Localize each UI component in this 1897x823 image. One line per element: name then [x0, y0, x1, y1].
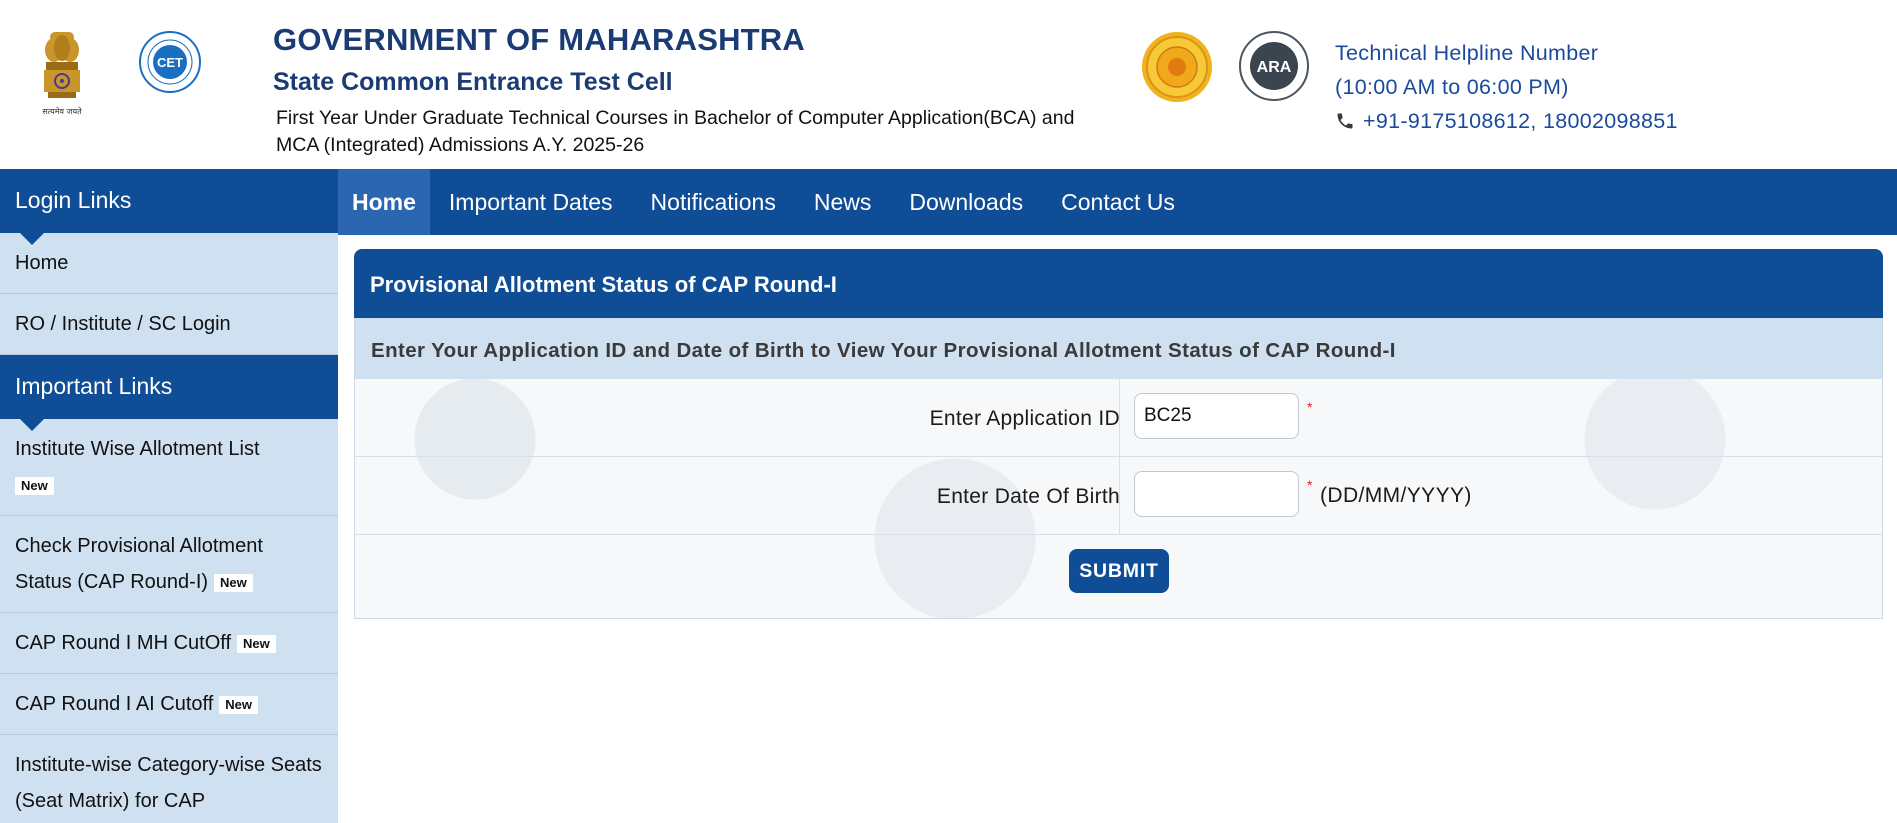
nav-notifications[interactable]: Notifications: [632, 169, 795, 235]
submit-button[interactable]: SUBMIT: [1069, 549, 1169, 593]
helpline-hours: (10:00 AM to 06:00 PM): [1335, 75, 1569, 99]
column-divider: [1119, 379, 1120, 456]
cet-logo-icon: CET: [139, 31, 201, 93]
sidebar-item-ro-institute-sc-login[interactable]: RO / Institute / SC Login: [0, 294, 338, 355]
required-marker: *: [1307, 477, 1313, 493]
panel-title: Provisional Allotment Status of CAP Roun…: [354, 249, 1883, 318]
form-instruction: Enter Your Application ID and Date of Bi…: [355, 319, 1882, 379]
admission-description: First Year Under Graduate Technical Cour…: [276, 107, 1075, 156]
helpline-numbers: +91-9175108612, 18002098851: [1363, 109, 1678, 133]
helpline-info: Technical Helpline Number (10:00 AM to 0…: [1335, 36, 1678, 138]
main-nav: Home Important Dates Notifications News …: [338, 169, 1897, 235]
helpline-label: Technical Helpline Number: [1335, 41, 1599, 65]
nav-contact-us[interactable]: Contact Us: [1042, 169, 1194, 235]
date-format-hint: (DD/MM/YYYY): [1320, 484, 1472, 507]
emblem-caption: सत्यमेव जयते: [42, 106, 82, 116]
application-id-label: Enter Application ID: [929, 407, 1120, 430]
nav-home[interactable]: Home: [338, 169, 430, 235]
sidebar-item-seat-matrix[interactable]: Institute-wise Category-wise Seats (Seat…: [0, 735, 338, 823]
sidebar-item-ai-cutoff[interactable]: CAP Round I AI Cutoff New: [0, 674, 338, 735]
maharashtra-seal-icon: [1142, 32, 1212, 102]
new-badge: New: [15, 476, 54, 495]
ara-logo-icon: ARA: [1239, 31, 1309, 101]
phone-icon: [1337, 113, 1353, 129]
sidebar: Login Links Home RO / Institute / SC Log…: [0, 169, 338, 823]
sidebar-item-label: Institute-wise Category-wise Seats (Seat…: [15, 754, 322, 812]
column-divider: [1119, 457, 1120, 534]
cet-logo-text: CET: [157, 55, 183, 70]
date-of-birth-input[interactable]: [1134, 471, 1299, 517]
nav-downloads[interactable]: Downloads: [890, 169, 1042, 235]
new-badge: New: [219, 695, 259, 714]
sidebar-item-label: Home: [15, 252, 69, 274]
site-header: सत्यमेव जयते CET GOVERNMENT OF MAHARASHT…: [0, 0, 1897, 169]
form-row-application-id: Enter Application ID *: [355, 379, 1882, 457]
nav-news[interactable]: News: [795, 169, 891, 235]
application-id-input[interactable]: [1134, 393, 1299, 439]
ara-logo-text: ARA: [1257, 59, 1292, 76]
sidebar-item-check-allotment-status[interactable]: Check Provisional Allotment Status (CAP …: [0, 516, 338, 613]
sidebar-item-home[interactable]: Home: [0, 233, 338, 294]
new-badge: New: [237, 634, 276, 653]
helpline-phone-row: +91-9175108612, 18002098851: [1335, 104, 1678, 138]
sidebar-item-institute-allotment-list[interactable]: Institute Wise Allotment List New: [0, 419, 338, 516]
national-emblem-icon: सत्यमेव जयते: [42, 32, 82, 116]
page-title: GOVERNMENT OF MAHARASHTRA: [273, 22, 805, 57]
form-row-date-of-birth: Enter Date Of Birth * (DD/MM/YYYY): [355, 457, 1882, 535]
sidebar-item-label: CAP Round I MH CutOff: [15, 632, 232, 654]
sidebar-heading-login: Login Links: [0, 169, 338, 245]
sidebar-heading-important: Important Links: [0, 355, 338, 431]
page-subtitle: State Common Entrance Test Cell: [273, 68, 673, 96]
nav-important-dates[interactable]: Important Dates: [430, 169, 632, 235]
allotment-form: Enter Your Application ID and Date of Bi…: [354, 318, 1883, 619]
sidebar-item-label: RO / Institute / SC Login: [15, 313, 231, 335]
required-marker: *: [1307, 399, 1313, 415]
sidebar-item-mh-cutoff[interactable]: CAP Round I MH CutOff New: [0, 613, 338, 674]
sidebar-item-label: CAP Round I AI Cutoff: [15, 693, 214, 715]
sidebar-item-label: Institute Wise Allotment List: [15, 438, 260, 460]
submit-row: SUBMIT: [355, 535, 1882, 619]
new-badge: New: [214, 573, 253, 592]
date-of-birth-label: Enter Date Of Birth: [936, 485, 1120, 508]
